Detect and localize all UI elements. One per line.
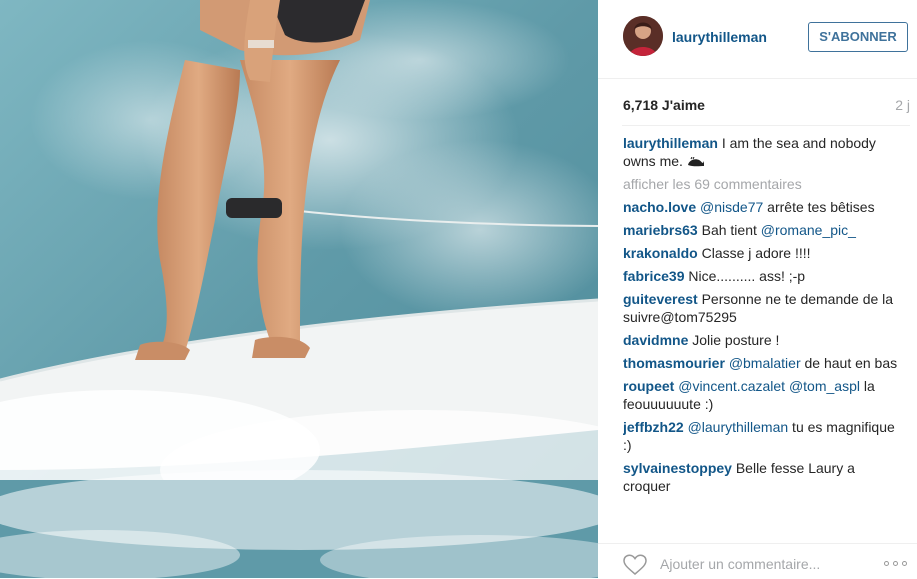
comment-footer <box>598 543 917 579</box>
comment-text: Classe j adore !!!! <box>701 245 811 261</box>
comment-username[interactable]: davidmne <box>623 332 688 348</box>
post-time[interactable]: 2 j <box>895 97 910 113</box>
comment-username[interactable]: fabrice39 <box>623 268 684 284</box>
comment-username[interactable]: nacho.love <box>623 199 696 215</box>
comment-username[interactable]: jeffbzh22 <box>623 419 684 435</box>
view-all-comments-link[interactable]: afficher les 69 commentaires <box>623 175 901 193</box>
comment-mention[interactable]: @vincent.cazalet <box>678 378 785 394</box>
comment-username[interactable]: sylvainestoppey <box>623 460 732 476</box>
whale-emoji-icon <box>687 157 704 167</box>
comment-item: nacho.love @nisde77 arrête tes bêtises <box>623 198 901 216</box>
comment-item: davidmne Jolie posture ! <box>623 331 901 349</box>
divider <box>622 125 910 126</box>
comment-text: Jolie posture ! <box>692 332 780 348</box>
comment-item: fabrice39 Nice.......... ass! ;-p <box>623 267 901 285</box>
post-username[interactable]: laurythilleman <box>672 29 767 45</box>
comment-text: de haut en bas <box>800 355 898 371</box>
comment-username[interactable]: guiteverest <box>623 291 698 307</box>
avatar-image <box>623 16 663 56</box>
comment-username[interactable]: thomasmourier <box>623 355 725 371</box>
comment-mention[interactable]: @tom_aspl <box>789 378 860 394</box>
comment-text: Nice.......... ass! ;-p <box>688 268 806 284</box>
comment-username[interactable]: mariebrs63 <box>623 222 698 238</box>
comment-text: arrête tes bêtises <box>763 199 875 215</box>
surfer-image <box>0 0 598 578</box>
comment-mention[interactable]: @romane_pic_ <box>761 222 856 238</box>
post-panel: laurythilleman S'ABONNER 6,718 J'aime 2 … <box>598 0 917 578</box>
post-header: laurythilleman S'ABONNER <box>598 0 917 79</box>
comment-item: jeffbzh22 @laurythilleman tu es magnifiq… <box>623 418 901 454</box>
comment-item: roupeet @vincent.cazalet @tom_aspl la fe… <box>623 377 901 413</box>
comment-mention[interactable]: @bmalatier <box>729 355 801 371</box>
comment-text: Bah tient <box>701 222 761 238</box>
caption: laurythilleman I am the sea and nobody o… <box>623 134 901 170</box>
comment-item: guiteverest Personne ne te demande de la… <box>623 290 901 326</box>
comment-input[interactable] <box>660 554 860 574</box>
heart-outline-icon[interactable] <box>623 554 647 576</box>
comment-item: mariebrs63 Bah tient @romane_pic_ <box>623 221 901 239</box>
comment-item: krakonaldo Classe j adore !!!! <box>623 244 901 262</box>
comment-item: sylvainestoppey Belle fesse Laury a croq… <box>623 459 901 495</box>
follow-button[interactable]: S'ABONNER <box>808 22 908 52</box>
likes-count[interactable]: 6,718 J'aime <box>623 97 705 113</box>
caption-username[interactable]: laurythilleman <box>623 135 718 151</box>
post-photo <box>0 0 598 578</box>
comment-item: thomasmourier @bmalatier de haut en bas <box>623 354 901 372</box>
comment-mention[interactable]: @laurythilleman <box>688 419 789 435</box>
comments-list: laurythilleman I am the sea and nobody o… <box>623 134 901 534</box>
comment-username[interactable]: krakonaldo <box>623 245 698 261</box>
avatar[interactable] <box>623 16 663 56</box>
comment-mention[interactable]: @nisde77 <box>700 199 763 215</box>
comment-username[interactable]: roupeet <box>623 378 674 394</box>
more-options-icon[interactable] <box>884 561 908 569</box>
